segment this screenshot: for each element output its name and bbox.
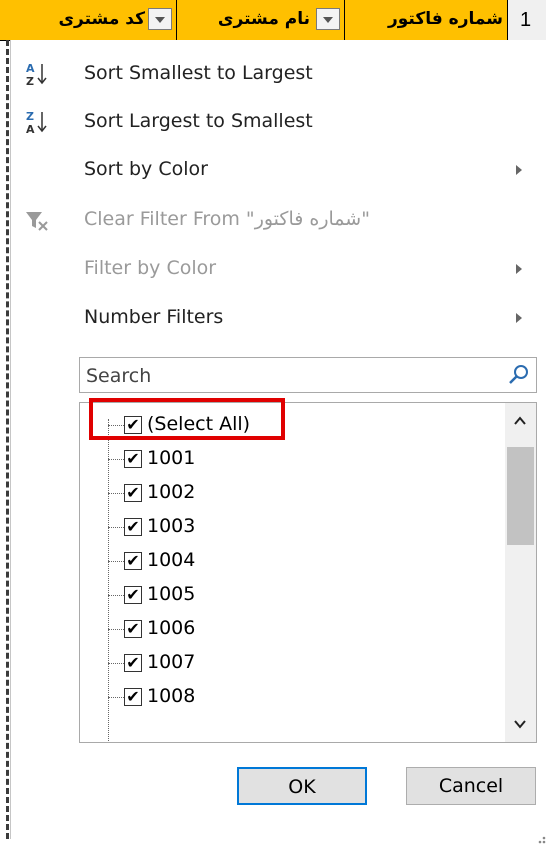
menu-item-sort-descending[interactable]: Z A Sort Largest to Smallest (11, 100, 546, 144)
tree-connector (108, 493, 124, 494)
list-item-label: 1007 (147, 651, 196, 673)
svg-text:Z: Z (26, 110, 34, 123)
sort-a-z-icon: A Z (26, 62, 47, 88)
list-item[interactable]: ✔ 1008 (80, 681, 500, 715)
list-item[interactable]: ✔ 1002 (80, 477, 500, 511)
header-cell-customer-code-label: کد مشتری (58, 9, 145, 29)
list-item-label: 1002 (147, 481, 196, 503)
menu-item-sort-descending-label: Sort Largest to Smallest (84, 110, 313, 132)
select-all-highlight-box (89, 398, 285, 440)
list-item-label: 1006 (147, 617, 196, 639)
list-item[interactable]: ✔ 1003 (80, 511, 500, 545)
checkbox[interactable]: ✔ (124, 586, 142, 604)
header-cell-invoice-number[interactable]: شماره فاکتور (344, 0, 507, 40)
scroll-up-icon[interactable] (514, 416, 526, 426)
submenu-arrow-icon (516, 313, 522, 323)
list-item-label: 1003 (147, 515, 196, 537)
submenu-arrow-icon (516, 264, 522, 274)
resize-grip-icon[interactable] (535, 830, 546, 846)
submenu-arrow-icon (516, 165, 522, 175)
menu-item-filter-by-color[interactable]: Filter by Color (11, 247, 546, 291)
list-item-label: 1005 (147, 583, 196, 605)
tree-connector (108, 459, 124, 460)
checkbox[interactable]: ✔ (124, 518, 142, 536)
filter-dropdown-customer-code-icon[interactable] (148, 8, 172, 30)
menu-item-sort-ascending-label: Sort Smallest to Largest (84, 62, 313, 84)
header-cell-invoice-number-label: شماره فاکتور (387, 9, 503, 29)
filter-dropdown-invoice-number-icon[interactable] (316, 8, 340, 30)
search-input[interactable]: Search (79, 357, 537, 393)
row-number: 1 (507, 0, 546, 40)
menu-item-sort-by-color-label: Sort by Color (84, 158, 208, 180)
scroll-down-icon[interactable] (514, 719, 526, 729)
tree-connector (108, 527, 124, 528)
tree-connector (108, 629, 124, 630)
menu-item-clear-filter-label: Clear Filter From "شماره فاکتور" (84, 208, 370, 230)
menu-item-clear-filter[interactable]: Clear Filter From "شماره فاکتور" (11, 198, 546, 242)
svg-text:Z: Z (26, 75, 34, 88)
tree-connector (108, 697, 124, 698)
list-item[interactable]: ✔ 1006 (80, 613, 500, 647)
list-item[interactable]: ✔ 1004 (80, 545, 500, 579)
cancel-button[interactable]: Cancel (406, 767, 536, 805)
checkbox[interactable]: ✔ (124, 688, 142, 706)
list-item-label: 1004 (147, 549, 196, 571)
checkbox[interactable]: ✔ (124, 654, 142, 672)
checkbox[interactable]: ✔ (124, 450, 142, 468)
header-cell-customer-code[interactable]: کد مشتری (0, 0, 147, 40)
selection-dashed-border (6, 40, 9, 839)
checkbox[interactable]: ✔ (124, 484, 142, 502)
clear-filter-icon (26, 212, 48, 231)
sort-z-a-icon: Z A (26, 110, 47, 136)
ok-button[interactable]: OK (237, 767, 367, 805)
menu-item-number-filters[interactable]: Number Filters (11, 296, 546, 340)
filter-value-list[interactable]: ✔ (Select All) ✔ 1001 ✔ 1002 ✔ 1003 ✔ 10… (79, 402, 537, 743)
list-item-label: 1008 (147, 685, 196, 707)
list-item[interactable]: ✔ 1001 (80, 443, 500, 477)
menu-item-filter-by-color-label: Filter by Color (84, 257, 217, 279)
tree-connector (108, 595, 124, 596)
list-item-label: 1001 (147, 447, 196, 469)
search-placeholder: Search (86, 365, 152, 387)
tree-connector (108, 663, 124, 664)
list-item[interactable]: ✔ 1007 (80, 647, 500, 681)
svg-text:A: A (26, 62, 35, 75)
scrollbar-thumb[interactable] (507, 447, 534, 545)
header-row: کد مشتری نام مشتری شماره فاکتور 1 (0, 0, 546, 41)
checkbox[interactable]: ✔ (124, 620, 142, 638)
checkbox[interactable]: ✔ (124, 552, 142, 570)
magnifier-icon[interactable] (506, 362, 532, 388)
tree-connector (108, 561, 124, 562)
header-cell-customer-name-label: نام مشتری (217, 9, 310, 29)
list-scrollbar[interactable] (505, 403, 536, 742)
svg-text:A: A (26, 123, 35, 136)
header-cell-customer-name[interactable]: نام مشتری (176, 0, 314, 40)
menu-item-sort-by-color[interactable]: Sort by Color (11, 148, 546, 192)
menu-item-sort-ascending[interactable]: A Z Sort Smallest to Largest (11, 52, 546, 96)
menu-item-number-filters-label: Number Filters (84, 306, 224, 328)
list-item[interactable]: ✔ 1005 (80, 579, 500, 613)
